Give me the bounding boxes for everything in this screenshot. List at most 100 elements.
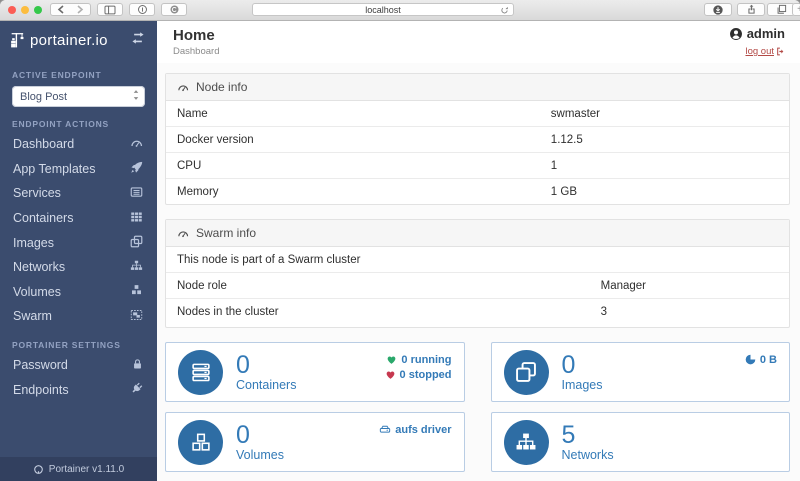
table-row: Memory1 GB [166,179,789,205]
node-info-panel: Node info Nameswmaster Docker version1.1… [165,73,790,205]
endpoint-select-value: Blog Post [20,91,132,103]
new-tab-button[interactable]: + [792,3,800,16]
reload-icon[interactable] [500,6,509,17]
zoom-window-button[interactable] [34,6,42,14]
node-info-table: Nameswmaster Docker version1.12.5 CPU1 M… [166,101,789,204]
breadcrumb: Dashboard [173,46,219,57]
running-status: 0 running [385,352,452,367]
sidebar-item-images[interactable]: Images [0,230,157,255]
images-card[interactable]: 0 Images 0 B [491,342,791,402]
images-count: 0 [562,353,603,377]
containers-card[interactable]: 0 Containers 0 running 0 stopped [165,342,465,402]
table-row: CPU1 [166,153,789,179]
volumes-circle [178,420,223,465]
crane-logo-icon [9,32,26,49]
clone-icon [130,235,143,251]
forward-button[interactable] [70,3,91,16]
sidebar-item-networks[interactable]: Networks [0,255,157,280]
browser-window: localhost + portainer.io [0,0,800,481]
portainer-settings-label: PORTAINER SETTINGS [12,340,145,350]
minimize-window-button[interactable] [21,6,29,14]
panel-title: Node info [196,80,247,94]
containers-count: 0 [236,353,296,377]
swarm-info-panel: Swarm info This node is part of a Swarm … [165,219,790,328]
sitemap-icon [515,432,537,453]
sidebar-item-password[interactable]: Password [0,353,157,378]
grid-icon [130,211,143,226]
tachometer-icon [177,82,189,93]
close-window-button[interactable] [8,6,16,14]
swarm-note: This node is part of a Swarm cluster [166,247,789,273]
layers-icon [515,361,537,383]
heart-red-icon [385,370,396,380]
table-row: Docker version1.12.5 [166,127,789,153]
heart-green-icon [386,355,397,365]
sidebar: portainer.io ACTIVE ENDPOINT Blog Post E… [0,21,157,481]
volumes-card[interactable]: 0 Volumes aufs driver [165,412,465,472]
sidebar-item-dashboard[interactable]: Dashboard [0,132,157,157]
tab-overview-icon[interactable] [767,3,795,16]
user-icon [729,27,743,41]
sidebar-item-services[interactable]: Services [0,181,157,206]
main-content: Home Dashboard admin log out [157,21,800,481]
images-circle [504,350,549,395]
images-size: 0 B [745,352,777,367]
list-icon [130,186,143,201]
lock-icon [132,358,143,373]
extension-circle-icon[interactable] [161,3,187,16]
networks-card[interactable]: 5 Networks [491,412,791,472]
reader-circle-icon[interactable] [129,3,155,16]
endpoint-actions-label: ENDPOINT ACTIONS [12,119,145,129]
logo-text: portainer.io [30,32,127,49]
sign-out-icon [776,47,785,56]
sitemap-icon [130,260,143,275]
pie-chart-icon [745,354,756,365]
select-stepper-icon [132,89,140,104]
exchange-icon[interactable] [131,31,145,49]
username: admin [747,26,785,41]
object-group-icon [130,309,143,324]
sidebar-item-containers[interactable]: Containers [0,206,157,231]
page-header: Home Dashboard admin log out [157,21,800,63]
user-menu[interactable]: admin [729,26,785,41]
cubes-icon [190,432,212,453]
networks-count: 5 [562,423,614,447]
rocket-icon [130,161,143,177]
portainer-logo[interactable]: portainer.io [0,21,157,59]
hdd-icon [379,424,391,435]
volumes-count: 0 [236,423,284,447]
page-title: Home [173,27,219,44]
swarm-info-table: This node is part of a Swarm cluster Nod… [166,247,789,324]
stopped-status: 0 stopped [385,367,452,382]
table-row: Nodes in the cluster3 [166,299,789,325]
sidebar-item-app-templates[interactable]: App Templates [0,157,157,182]
networks-circle [504,420,549,465]
tachometer-icon [177,228,189,239]
github-icon [33,464,44,475]
browser-chrome: localhost + [0,0,800,21]
volume-driver: aufs driver [379,422,451,437]
downloads-button[interactable] [704,3,732,16]
sidebar-item-endpoints[interactable]: Endpoints [0,377,157,402]
server-stack-icon [190,362,212,383]
dashboard-content: Node info Nameswmaster Docker version1.1… [157,63,800,472]
address-bar[interactable]: localhost [252,3,514,16]
containers-circle [178,350,223,395]
back-button[interactable] [50,3,71,16]
share-icon[interactable] [737,3,765,16]
window-controls [8,6,42,14]
logout-link[interactable]: log out [745,46,785,57]
version-text: Portainer v1.11.0 [49,464,124,475]
table-row: Nameswmaster [166,101,789,127]
url-text: localhost [365,5,401,15]
table-row: Node roleManager [166,273,789,299]
cubes-icon [130,284,143,299]
sidebar-toggle-icon[interactable] [97,3,123,16]
sidebar-footer[interactable]: Portainer v1.11.0 [0,457,157,481]
dashboard-cards: 0 Containers 0 running 0 stopped [165,342,790,472]
panel-title: Swarm info [196,226,256,240]
tachometer-icon [130,137,143,152]
sidebar-item-volumes[interactable]: Volumes [0,280,157,305]
sidebar-item-swarm[interactable]: Swarm [0,304,157,329]
endpoint-select[interactable]: Blog Post [12,86,145,107]
